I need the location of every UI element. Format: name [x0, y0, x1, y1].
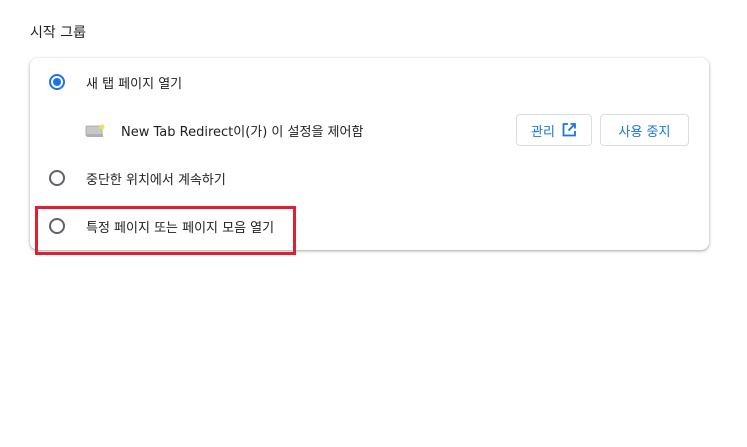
radio-continue-where-left[interactable]	[49, 170, 65, 186]
option-continue-where-left[interactable]: 중단한 위치에서 계속하기	[30, 154, 709, 202]
section-title: 시작 그룹	[30, 25, 86, 41]
option-open-specific-pages[interactable]: 특정 페이지 또는 페이지 모음 열기	[30, 202, 709, 250]
option-label: 중단한 위치에서 계속하기	[86, 172, 226, 188]
option-new-tab-page[interactable]: 새 탭 페이지 열기	[30, 58, 709, 106]
option-label: 특정 페이지 또는 페이지 모음 열기	[86, 220, 275, 236]
manage-button[interactable]: 관리	[516, 114, 592, 146]
open-external-icon	[562, 123, 576, 137]
option-label: 새 탭 페이지 열기	[86, 76, 183, 92]
manage-label: 관리	[531, 124, 555, 140]
radio-open-specific-pages[interactable]	[49, 218, 65, 234]
disable-extension-button[interactable]: 사용 중지	[600, 114, 689, 146]
extension-icon	[85, 124, 105, 137]
startup-options-card: 새 탭 페이지 열기 New Tab Redirect이(가) 이 설정을 제어…	[30, 58, 709, 250]
extension-control-row: New Tab Redirect이(가) 이 설정을 제어함 관리 사용 중지	[30, 106, 709, 154]
extension-notice-text: New Tab Redirect이(가) 이 설정을 제어함	[121, 124, 364, 140]
radio-new-tab-page[interactable]	[49, 74, 65, 90]
